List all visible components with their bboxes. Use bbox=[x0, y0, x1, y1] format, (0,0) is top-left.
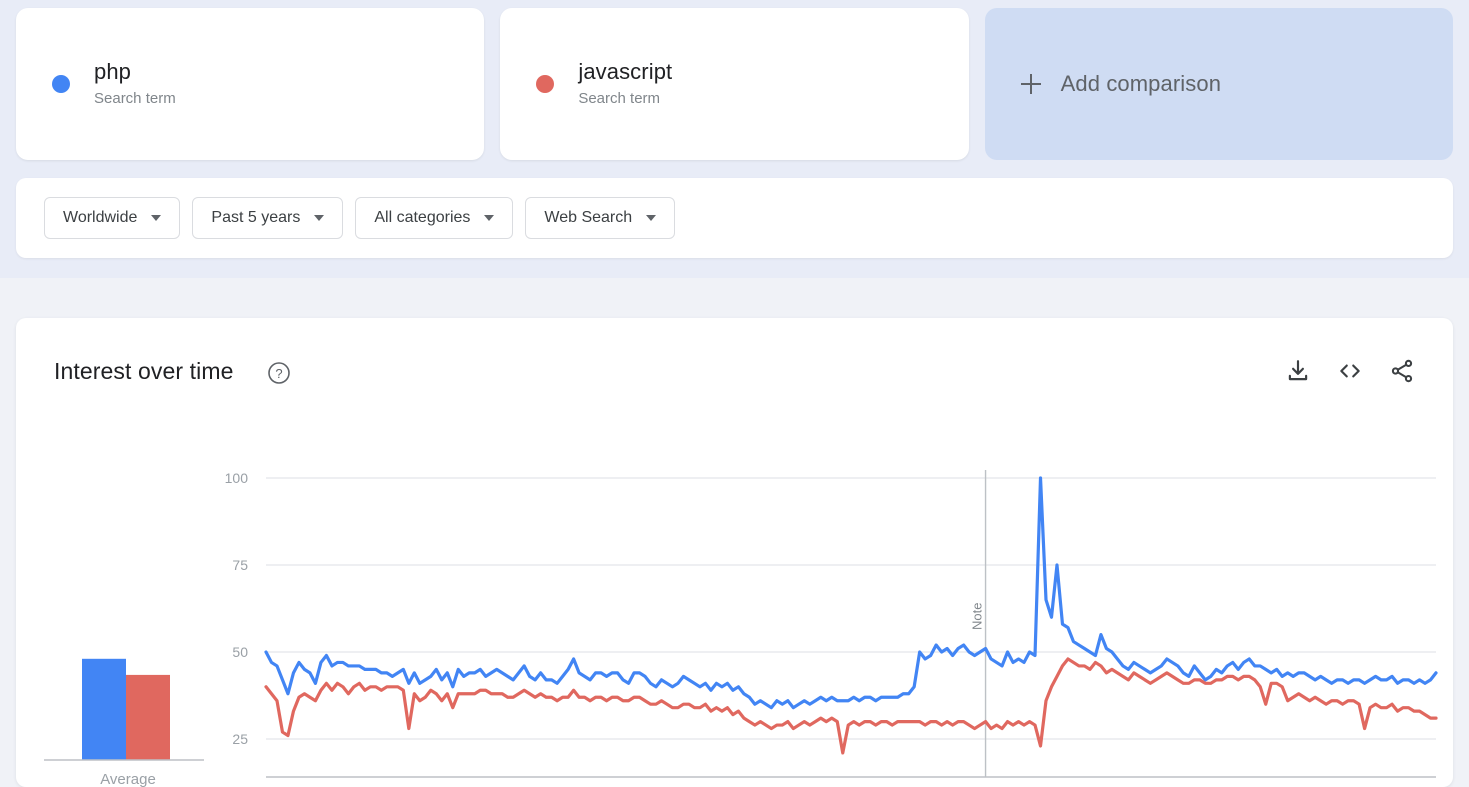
chevron-down-icon bbox=[646, 215, 656, 221]
average-bar-php bbox=[82, 659, 126, 760]
chevron-down-icon bbox=[151, 215, 161, 221]
y-axis-tick-label: 100 bbox=[225, 470, 249, 486]
average-axis-label: Average bbox=[100, 771, 156, 787]
chart-action-icons bbox=[1285, 358, 1415, 384]
chart-header: Interest over time ? bbox=[16, 318, 1453, 430]
average-bar-javascript bbox=[126, 675, 170, 760]
search-term-texts: javascript Search term bbox=[578, 59, 672, 110]
chart-plot-area: 100755025Dec 2, 2018Aug 23, 2020May 15, … bbox=[16, 430, 1453, 787]
search-term-texts: php Search term bbox=[94, 59, 176, 110]
search-term-card-php[interactable]: php Search term bbox=[16, 8, 484, 160]
filter-category-label: All categories bbox=[374, 209, 470, 227]
filter-location-label: Worldwide bbox=[63, 209, 137, 227]
search-term-card-javascript[interactable]: javascript Search term bbox=[500, 8, 968, 160]
search-term-label: php bbox=[94, 59, 176, 85]
term-color-dot-javascript bbox=[536, 75, 554, 93]
help-circle-icon[interactable]: ? bbox=[267, 361, 291, 385]
filter-time-range[interactable]: Past 5 years bbox=[192, 197, 343, 239]
chevron-down-icon bbox=[484, 215, 494, 221]
svg-text:?: ? bbox=[275, 366, 282, 381]
y-axis-tick-label: 25 bbox=[232, 731, 248, 747]
y-axis-tick-label: 50 bbox=[232, 644, 248, 660]
filter-bar: Worldwide Past 5 years All categories We… bbox=[16, 178, 1453, 258]
chevron-down-icon bbox=[314, 215, 324, 221]
filter-category[interactable]: All categories bbox=[355, 197, 513, 239]
filter-location[interactable]: Worldwide bbox=[44, 197, 180, 239]
page-title: Interest over time bbox=[54, 358, 233, 385]
filter-search-type-label: Web Search bbox=[544, 209, 632, 227]
term-color-dot-php bbox=[52, 75, 70, 93]
add-comparison-button[interactable]: Add comparison bbox=[985, 8, 1453, 160]
interest-over-time-card: Interest over time ? bbox=[16, 318, 1453, 787]
filter-time-range-label: Past 5 years bbox=[211, 209, 300, 227]
filter-search-type[interactable]: Web Search bbox=[525, 197, 675, 239]
plus-icon bbox=[1021, 74, 1041, 94]
note-annotation-label: Note bbox=[970, 603, 985, 630]
interest-over-time-chart[interactable]: 100755025Dec 2, 2018Aug 23, 2020May 15, … bbox=[16, 430, 1453, 787]
google-trends-page: php Search term javascript Search term A… bbox=[0, 0, 1469, 787]
series-line-php bbox=[266, 478, 1436, 708]
embed-code-icon[interactable] bbox=[1337, 358, 1363, 384]
share-icon[interactable] bbox=[1389, 358, 1415, 384]
y-axis-tick-label: 75 bbox=[232, 557, 248, 573]
download-csv-icon[interactable] bbox=[1285, 358, 1311, 384]
search-term-type: Search term bbox=[578, 88, 672, 110]
search-terms-row: php Search term javascript Search term A… bbox=[16, 8, 1453, 160]
search-term-label: javascript bbox=[578, 59, 672, 85]
add-comparison-label: Add comparison bbox=[1061, 71, 1221, 97]
search-term-type: Search term bbox=[94, 88, 176, 110]
